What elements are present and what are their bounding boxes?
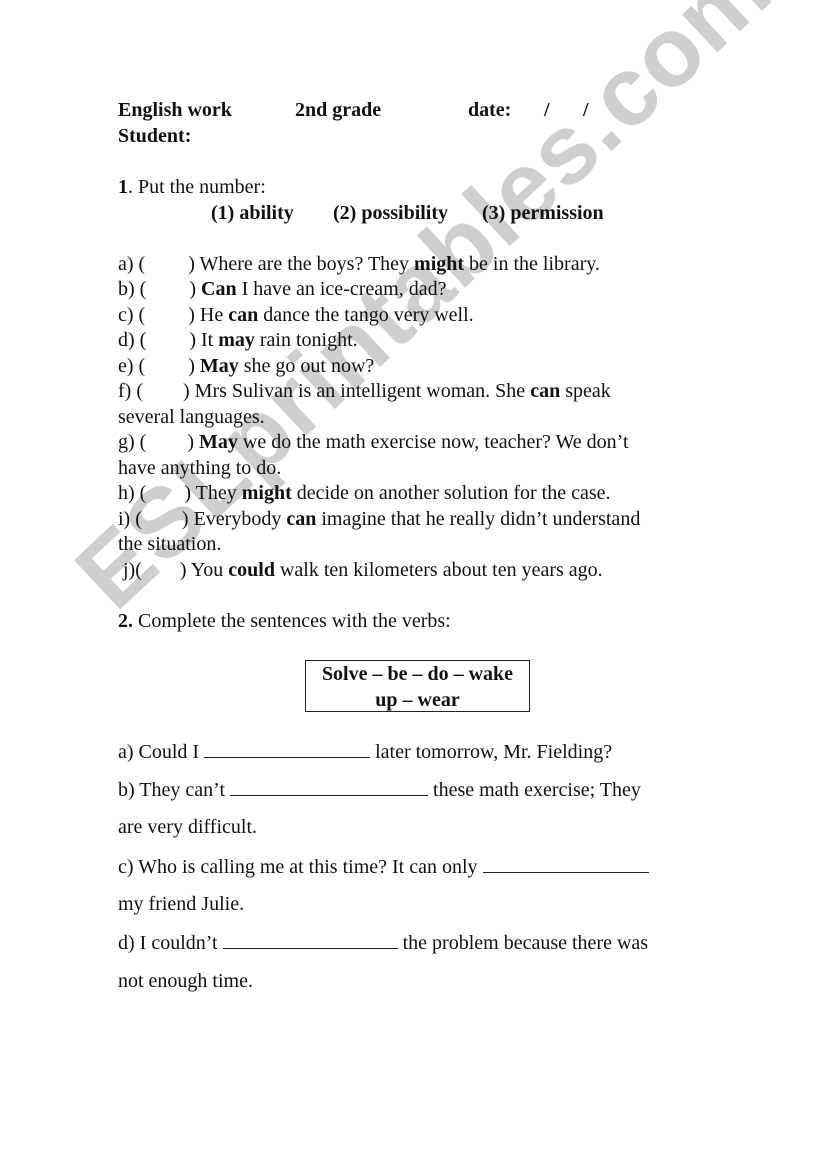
header-date-separator-1: / [544,99,550,121]
modal-verb: may [218,329,255,351]
exercise1-item-e: e) ( ) May she go out now? [118,355,375,377]
item-letter: c) ( [118,304,146,326]
item-letter: h) ( [118,482,147,504]
exercise1-item-f-continuation: several languages. [118,406,265,428]
item-letter: g) ( [118,431,147,453]
exercise1-item-c: c) ( ) He can dance the tango very well. [118,304,474,326]
fill-in-blank[interactable] [482,854,649,873]
exercise2-item-a: a) Could I later tomorrow, Mr. Fielding? [118,739,613,763]
exercise1-item-b: b) ( ) Can I have an ice-cream, dad? [118,278,447,300]
modal-verb: can [530,380,561,402]
exercise1-item-j: j)( ) You could walk ten kilometers abou… [118,559,603,581]
item-letter: a) ( [118,253,146,275]
exercise2-item-b-continuation: are very difficult. [118,816,258,838]
header-date-label: date: [468,99,512,121]
section2-number: 2. [118,610,133,632]
verb-box-line-1: Solve – be – do – wake [321,663,514,685]
modal-verb: could [228,559,275,581]
section2-heading: 2. Complete the sentences with the verbs… [118,609,451,635]
exercise1-item-a: a) ( ) Where are the boys? They might be… [118,253,600,275]
item-letter: e) ( [118,355,146,377]
section1-number: 1 [118,176,128,198]
exercise2-item-b: b) They can’t these math exercise; They [118,777,641,801]
fill-in-blank[interactable] [204,739,371,758]
exercise2-item-c: c) Who is calling me at this time? It ca… [118,854,649,881]
verb-box-line-2: up – wear [375,689,460,711]
header-grade: 2nd grade [295,99,382,121]
modal-verb: May [199,431,238,453]
item-letter: f) ( [118,380,143,402]
header-date-separator-2: / [583,99,589,121]
item-letter: i) ( [118,508,142,530]
exercise2-item-c-continuation: my friend Julie. [118,893,245,915]
exercise1-item-g-continuation: have anything to do. [118,457,282,479]
modal-verb: can [228,304,259,326]
category-possibility: (2) possibility [333,202,449,224]
item-letter: d) ( [118,329,147,351]
section2-instruction: Complete the sentences with the verbs: [133,610,451,632]
exercise1-item-h: h) ( ) They might decide on another solu… [118,482,611,504]
item-letter: j)( [118,559,142,581]
section1-heading: 1. Put the number: [118,175,266,201]
exercise1-item-f: f) ( ) Mrs Sulivan is an intelligent wom… [118,380,611,402]
fill-in-blank[interactable] [230,777,429,796]
exercise1-item-d: d) ( ) It may rain tonight. [118,329,358,351]
modal-verb: May [199,355,239,377]
exercise1-item-i-continuation: the situation. [118,533,222,555]
item-letter: b) ( [118,278,147,300]
header-student-label: Student: [118,125,192,147]
exercise2-item-d-continuation: not enough time. [118,970,253,992]
verb-word-box: Solve – be – do – wake up – wear [305,660,530,712]
exercise1-item-g: g) ( ) May we do the math exercise now, … [118,431,629,453]
exercise2-item-d: d) I couldn’t the problem because there … [118,930,649,954]
modal-verb: might [241,482,292,504]
modal-verb: can [286,508,317,530]
category-ability: (1) ability [211,202,294,224]
category-permission: (3) permission [482,202,604,224]
modal-verb: Can [201,278,237,300]
section1-instruction: . Put the number: [128,176,266,198]
worksheet-page: ESLprintables.com English work 2nd grade… [0,0,821,1169]
fill-in-blank[interactable] [222,930,398,949]
exercise1-item-i: i) ( ) Everybody can imagine that he rea… [118,508,641,530]
modal-verb: might [414,253,465,275]
header-subject: English work [118,99,232,121]
